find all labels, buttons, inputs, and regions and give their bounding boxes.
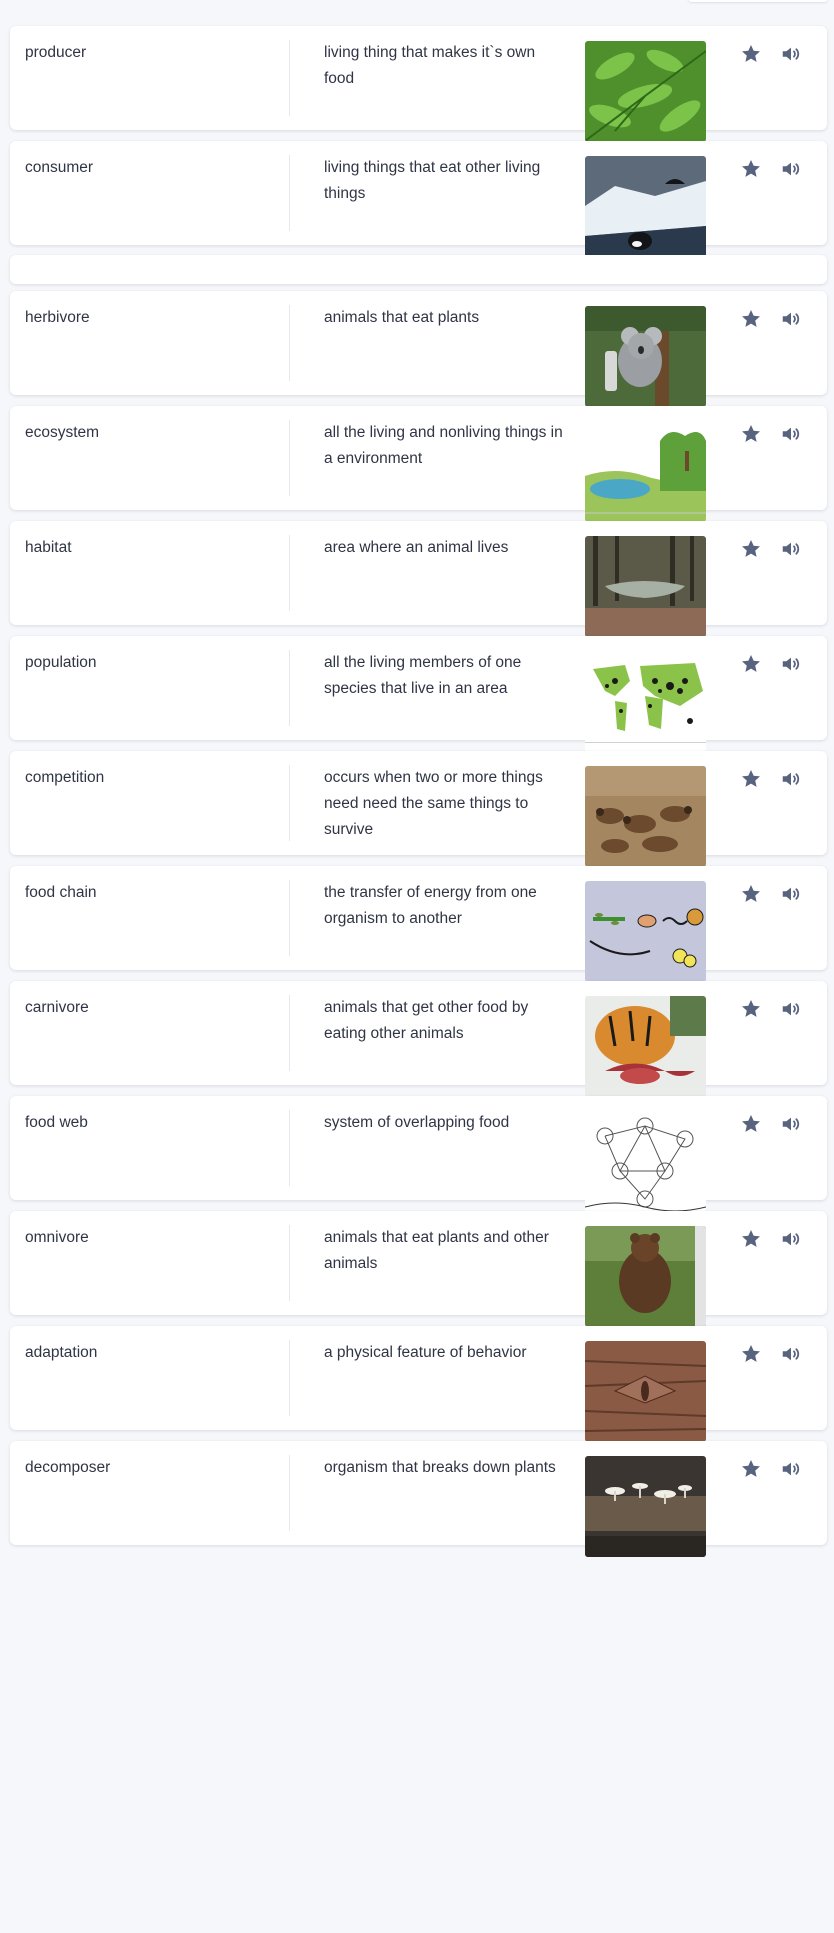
definition-text: animals that get other food by eating ot… [324, 999, 529, 1042]
empty-card [10, 255, 827, 284]
food-web-sketch-image[interactable] [585, 1111, 706, 1212]
camouflaged-moth-image[interactable] [585, 1341, 706, 1442]
definition-text: the transfer of energy from one organism… [324, 884, 537, 927]
star-icon[interactable] [739, 42, 763, 66]
definition-text: a physical feature of behavior [324, 1344, 527, 1361]
term-text: habitat [25, 539, 72, 556]
forest-creek-image[interactable] [585, 536, 706, 637]
term-card: ecosystem all the living and nonliving th… [10, 406, 827, 522]
term-card: competition occurs when two or more thing… [10, 751, 827, 867]
term-card: adaptation a physical feature of behavior [10, 1326, 827, 1442]
term-card: population all the living members of one … [10, 636, 827, 752]
term-text: carnivore [25, 999, 89, 1016]
term-text: omnivore [25, 1229, 89, 1246]
definition-text: occurs when two or more things need need… [324, 769, 543, 838]
definition-text: organism that breaks down plants [324, 1459, 556, 1476]
term-text: food web [25, 1114, 88, 1131]
term-text: consumer [25, 159, 94, 176]
column-divider [289, 535, 290, 611]
term-text: food chain [25, 884, 97, 901]
definition-text: all the living members of one species th… [324, 654, 522, 697]
term-card: decomposer organism that breaks down plan… [10, 1441, 827, 1557]
column-divider [289, 305, 290, 381]
term-card: consumer living things that eat other liv… [10, 141, 827, 257]
star-icon[interactable] [739, 157, 763, 181]
speaker-icon[interactable] [779, 997, 803, 1021]
world-population-map-image[interactable] [585, 651, 706, 752]
definition-text: living things that eat other living thin… [324, 159, 541, 202]
food-chain-drawing-image[interactable] [585, 881, 706, 982]
definition-text: living thing that makes it`s own food [324, 44, 536, 87]
tiger-eating-image[interactable] [585, 996, 706, 1097]
column-divider [289, 1455, 290, 1531]
definition-text: system of overlapping food [324, 1114, 510, 1131]
koala-in-tree-image[interactable] [585, 306, 706, 407]
previous-element-edge [688, 0, 828, 2]
speaker-icon[interactable] [779, 307, 803, 331]
speaker-icon[interactable] [779, 652, 803, 676]
star-icon[interactable] [739, 1227, 763, 1251]
orca-on-ice-image[interactable] [585, 156, 706, 257]
term-card: herbivore animals that eat plants [10, 291, 827, 407]
star-icon[interactable] [739, 997, 763, 1021]
star-icon[interactable] [739, 307, 763, 331]
star-icon[interactable] [739, 652, 763, 676]
term-card: habitat area where an animal lives [10, 521, 827, 637]
plant-leaves-image[interactable] [585, 41, 706, 142]
term-card: food chain the transfer of energy from on… [10, 866, 827, 982]
term-text: producer [25, 44, 87, 61]
term-card: carnivore animals that get other food by … [10, 981, 827, 1097]
speaker-icon[interactable] [779, 537, 803, 561]
star-icon[interactable] [739, 1342, 763, 1366]
column-divider [289, 650, 290, 726]
star-icon[interactable] [739, 422, 763, 446]
mushrooms-on-log-image[interactable] [585, 1456, 706, 1557]
term-card: food web system of overlapping food [10, 1096, 827, 1212]
column-divider [289, 1340, 290, 1416]
star-icon[interactable] [739, 1457, 763, 1481]
term-text: population [25, 654, 97, 671]
column-divider [289, 155, 290, 231]
column-divider [289, 880, 290, 956]
term-text: competition [25, 769, 105, 786]
definition-text: animals that eat plants and other animal… [324, 1229, 549, 1272]
speaker-icon[interactable] [779, 422, 803, 446]
column-divider [289, 765, 290, 841]
speaker-icon[interactable] [779, 1342, 803, 1366]
star-icon[interactable] [739, 882, 763, 906]
term-text: herbivore [25, 309, 90, 326]
term-card: producer living thing that makes it`s own… [10, 26, 827, 142]
definition-text: animals that eat plants [324, 309, 480, 326]
column-divider [289, 1225, 290, 1301]
speaker-icon[interactable] [779, 1457, 803, 1481]
term-text: adaptation [25, 1344, 98, 1361]
star-icon[interactable] [739, 767, 763, 791]
speaker-icon[interactable] [779, 157, 803, 181]
term-text: decomposer [25, 1459, 111, 1476]
speaker-icon[interactable] [779, 1227, 803, 1251]
speaker-icon[interactable] [779, 767, 803, 791]
speaker-icon[interactable] [779, 882, 803, 906]
definition-text: all the living and nonliving things in a… [324, 424, 563, 467]
ecosystem-illustration-image[interactable] [585, 421, 706, 522]
column-divider [289, 995, 290, 1071]
definition-text: area where an animal lives [324, 539, 509, 556]
term-card: omnivore animals that eat plants and othe… [10, 1211, 827, 1327]
term-text: ecosystem [25, 424, 100, 441]
star-icon[interactable] [739, 1112, 763, 1136]
star-icon[interactable] [739, 537, 763, 561]
brown-bear-image[interactable] [585, 1226, 706, 1327]
column-divider [289, 1110, 290, 1186]
column-divider [289, 420, 290, 496]
speaker-icon[interactable] [779, 42, 803, 66]
speaker-icon[interactable] [779, 1112, 803, 1136]
wild-dogs-feeding-image[interactable] [585, 766, 706, 867]
column-divider [289, 40, 290, 116]
